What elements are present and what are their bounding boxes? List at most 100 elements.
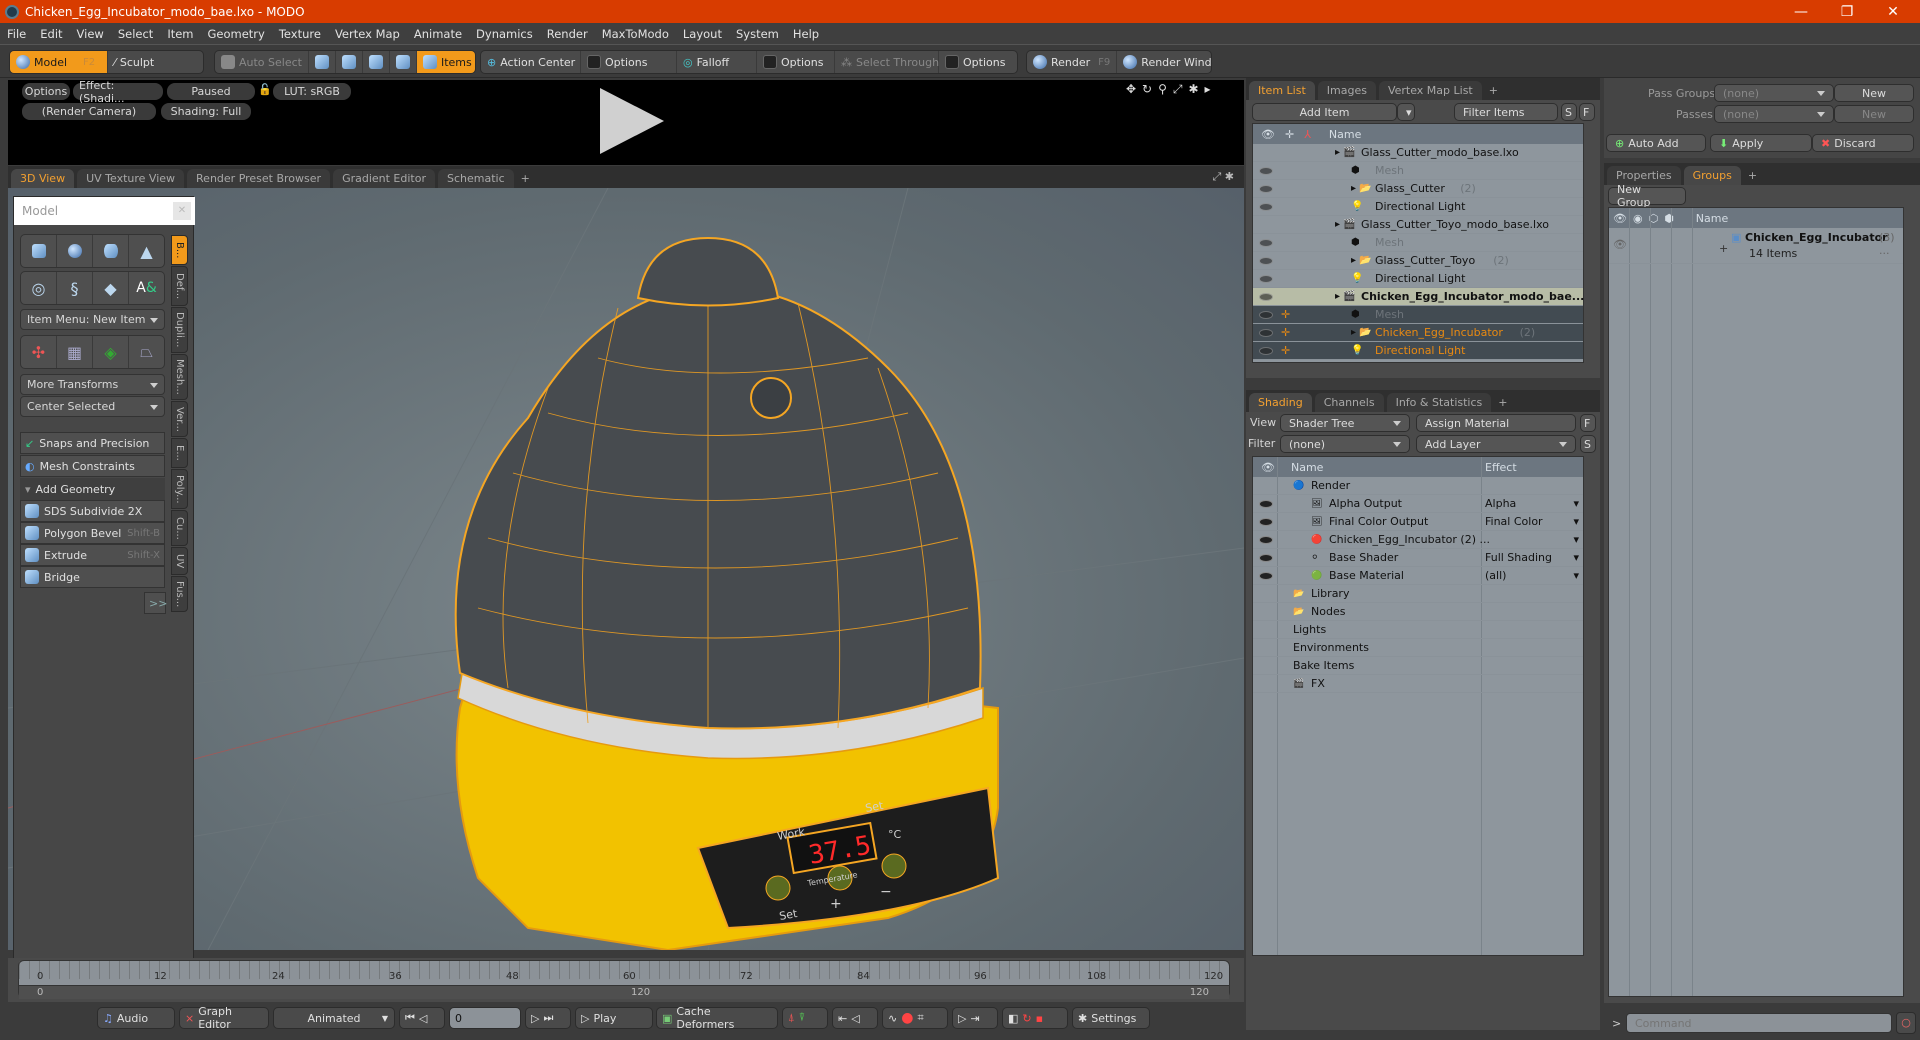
lut-dropdown[interactable]: LUT: sRGB [273,83,351,100]
menu-vertex-map[interactable]: Vertex Map [328,27,407,41]
timeline[interactable]: 0 120 120 0 12 24 36 48 60 72 84 96 108 … [8,958,1244,1002]
pen-tool[interactable]: ◆ [93,272,129,304]
menu-geometry[interactable]: Geometry [201,27,272,41]
discard-button[interactable]: ✖ Discard [1812,134,1914,152]
lock-icon[interactable]: ✛ [1281,326,1290,339]
side-tab-edge[interactable]: E... [171,438,188,468]
skip-start-button[interactable]: ⏮ ◁ [399,1007,445,1029]
effect-column-header[interactable]: Effect [1485,461,1517,474]
tab-shading[interactable]: Shading [1249,393,1312,412]
side-tab-fusion[interactable]: Fus... [171,576,188,612]
passes-dropdown[interactable]: (none) [1714,105,1834,123]
tab-images[interactable]: Images [1317,81,1376,100]
step-forward-icon[interactable]: ▷ [531,1012,539,1025]
filter-items-input[interactable]: Filter Items [1454,103,1558,121]
cylinder-tool[interactable] [93,235,129,267]
cone-tool[interactable]: ▲ [129,235,164,267]
checker-tool[interactable]: ◈ [93,336,129,368]
s-toggle[interactable]: S [1580,435,1596,453]
transform-tool[interactable]: ✣ [21,336,57,368]
camera-dropdown[interactable]: (Render Camera) [22,103,156,120]
menu-item[interactable]: Item [160,27,200,41]
frame-field[interactable]: 0 [449,1007,521,1029]
tab-vertex-map-list[interactable]: Vertex Map List [1378,81,1482,100]
item-row[interactable]: ✛ 💡 Directional Light [1253,342,1583,360]
tab-groups[interactable]: Groups [1683,166,1741,185]
visibility-eye-icon[interactable] [1259,535,1273,544]
cube-tool[interactable] [21,235,57,267]
shader-row[interactable]: 🖼 Alpha Output Alpha ▾ [1253,495,1583,513]
item-row[interactable]: ⬢ Mesh [1253,234,1583,252]
auto-select-button[interactable]: Auto Select [215,51,309,73]
text-tool[interactable]: A& [129,272,164,304]
lock-icon[interactable]: 🔓 [258,83,272,96]
shader-row[interactable]: Bake Items [1253,657,1583,675]
menu-maxtomodo[interactable]: MaxToModo [595,27,676,41]
spiral-tool[interactable]: § [57,272,93,304]
effect-dropdown[interactable]: Full Shading [1485,551,1581,564]
sculpt-mode-button[interactable]: ⁄ Sculpt [108,51,160,73]
visibility-eye-icon[interactable] [1259,256,1273,265]
next-key-buttons[interactable]: ▷ ⇥ [952,1007,998,1029]
visibility-eye-icon[interactable] [1259,328,1273,337]
side-tab-deform[interactable]: Def... [171,266,188,306]
key-buttons[interactable]: ⍋ ⍒ [782,1007,828,1029]
torus-tool[interactable]: ◎ [21,272,57,304]
apply-button[interactable]: ⬇ Apply [1710,134,1812,152]
shader-row[interactable]: 📂 Nodes [1253,603,1583,621]
item-row[interactable]: ✛ ▸ 📂 Chicken_Egg_Incubator (2) [1253,324,1583,342]
step-back-icon[interactable]: ◁ [419,1012,427,1025]
key-selected-icon[interactable]: ◧ [1008,1012,1018,1025]
audio-button[interactable]: ♫ Audio [97,1007,175,1029]
action-center-button[interactable]: ⊕ Action Center [481,51,581,73]
new-group-button[interactable]: New Group [1608,183,1686,209]
menu-edit[interactable]: Edit [33,27,69,41]
visibility-eye-icon[interactable] [1259,292,1273,301]
new-pass-group-button[interactable]: New [1834,84,1914,102]
item-row[interactable]: ▸ 🎬 Glass_Cutter_modo_base.lxo [1253,144,1583,162]
chevron-down-icon[interactable]: ▾ [1573,497,1579,510]
preview-nav-icons[interactable]: ✥↻⚲⤢✱▸ [1126,82,1217,97]
group-row[interactable]: 👁 + ▣ Chicken_Egg_Incubator (3) ... 14 I… [1609,228,1903,264]
side-tab-basic[interactable]: B... [171,235,188,265]
center-selected-dropdown[interactable]: Center Selected [20,396,165,417]
preview-options-button[interactable]: Options [22,83,70,100]
sds-subdivide-button[interactable]: SDS Subdivide 2X [20,500,165,522]
animated-dropdown[interactable]: Animated ▼ [273,1007,395,1029]
item-row[interactable]: ▸ 🎬 Chicken_Egg_Incubator_modo_bae... [1253,288,1584,306]
new-pass-button[interactable]: New [1834,105,1914,123]
add-tab-button[interactable]: + [1744,166,1761,185]
snaps-precision-button[interactable]: ↙ Snaps and Precision [20,432,165,454]
item-row[interactable]: 💡 Directional Light [1253,270,1583,288]
menu-select[interactable]: Select [111,27,160,41]
prev-key-icon[interactable]: ◁ [851,1012,859,1025]
chevron-down-icon[interactable]: ▾ [1573,551,1579,564]
falloff-button[interactable]: ◎ Falloff [677,51,757,73]
more-tools-button[interactable]: >> [144,592,167,614]
timeline-ruler[interactable]: 0 120 120 0 12 24 36 48 60 72 84 96 108 … [18,960,1230,999]
settings-button[interactable]: ✱ Settings [1072,1007,1150,1029]
tab-3d-view[interactable]: 3D View [11,169,75,188]
item-row[interactable]: ✛ ⬢ Mesh [1253,306,1583,324]
add-item-button[interactable]: Add Item [1252,103,1397,121]
key-up-icon[interactable]: ⍋ [788,1011,795,1025]
minimize-button[interactable]: — [1778,0,1824,23]
effect-dropdown[interactable]: Final Color [1485,515,1581,528]
shader-row[interactable]: 🖼 Final Color Output Final Color ▾ [1253,513,1583,531]
menu-layout[interactable]: Layout [676,27,729,41]
f-toggle[interactable]: F [1580,414,1596,432]
bridge-button[interactable]: Bridge [20,566,165,588]
side-tab-uv[interactable]: UV [171,547,188,575]
item-menu-dropdown[interactable]: Item Menu: New Item [20,309,165,330]
shader-row[interactable]: 🎬 FX [1253,675,1583,693]
extrude-button[interactable]: Extrude Shift-X [20,544,165,566]
chevron-down-icon[interactable]: ▾ [1573,569,1579,582]
lattice-tool[interactable]: ▦ [57,336,93,368]
effect-dropdown[interactable]: Alpha [1485,497,1581,510]
play-preview-icon[interactable] [600,88,664,154]
tab-gradient-editor[interactable]: Gradient Editor [333,169,435,188]
menu-texture[interactable]: Texture [272,27,328,41]
visibility-eye-icon[interactable] [1259,346,1273,355]
item-row[interactable]: ▸ 🎬 Glass_Cutter_Toyo_modo_base.lxo [1253,216,1583,234]
shader-row[interactable]: Lights [1253,621,1583,639]
